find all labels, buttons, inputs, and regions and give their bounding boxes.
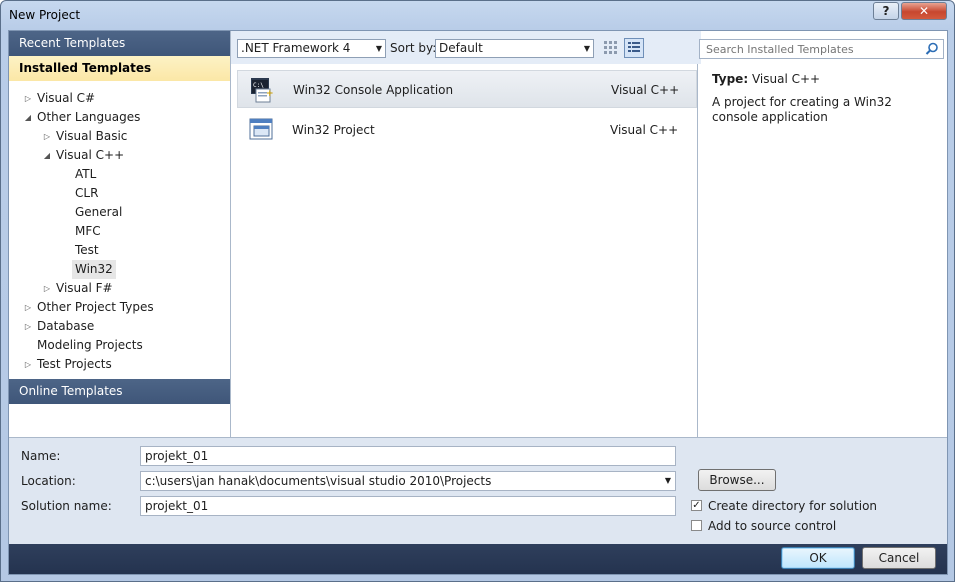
close-button[interactable]: ✕ <box>901 2 947 20</box>
browse-button[interactable]: Browse... <box>698 469 776 491</box>
tree-item[interactable]: Visual C# <box>37 89 95 108</box>
details-view-button[interactable] <box>624 38 644 58</box>
window-title: New Project <box>9 8 81 22</box>
recent-templates-header[interactable]: Recent Templates <box>9 31 230 56</box>
win32-project-icon <box>249 118 273 140</box>
location-label: Location: <box>21 474 76 488</box>
online-templates-header[interactable]: Online Templates <box>9 379 230 404</box>
location-field[interactable]: c:\users\jan hanak\documents\visual stud… <box>140 471 676 491</box>
dialog-client: Recent Templates Installed Templates ▷ Vi… <box>8 30 948 575</box>
tree-item[interactable]: Visual F# <box>56 279 113 298</box>
new-project-dialog: New Project ? ✕ Recent Templates Install… <box>0 0 955 582</box>
cancel-button[interactable]: Cancel <box>862 547 936 569</box>
expand-arrow-icon[interactable]: ▷ <box>23 360 33 369</box>
checkbox-box[interactable] <box>691 520 702 531</box>
tree-item[interactable]: General <box>75 203 122 222</box>
template-description: A project for creating a Win32 console a… <box>712 95 892 124</box>
tree-item[interactable]: CLR <box>75 184 98 203</box>
svg-text:+: + <box>266 89 274 99</box>
title-bar: New Project ? ✕ <box>1 1 954 29</box>
sort-by-label: Sort by: <box>390 41 437 55</box>
console-app-icon: C:\+ <box>251 78 274 103</box>
name-field[interactable]: projekt_01 <box>140 446 676 466</box>
tree-item[interactable]: Test <box>75 241 99 260</box>
solution-name-label: Solution name: <box>21 499 112 513</box>
create-directory-label: Create directory for solution <box>708 499 878 513</box>
type-value: Visual C++ <box>751 72 821 86</box>
template-name: Win32 Project <box>292 123 375 137</box>
expand-arrow-icon[interactable]: ▷ <box>23 94 33 103</box>
type-label: Type: <box>712 72 749 86</box>
template-toolbar: .NET Framework 4 ▼ Sort by: Default ▼ <box>231 31 701 64</box>
name-field-value: projekt_01 <box>145 449 209 463</box>
template-row[interactable]: C:\ + Win32 Console Application Visual C++ <box>237 70 697 108</box>
svg-text:C:\: C:\ <box>253 82 264 89</box>
expand-arrow-icon[interactable]: ▷ <box>23 322 33 331</box>
template-name: Win32 Console Application <box>293 83 454 97</box>
solution-name-field-value: projekt_01 <box>145 499 209 513</box>
expand-arrow-icon[interactable]: ▷ <box>23 303 33 312</box>
dialog-footer: OK Cancel <box>9 544 947 574</box>
ok-button[interactable]: OK <box>781 547 855 569</box>
tree-item[interactable]: Visual Basic <box>56 127 127 146</box>
installed-templates-header[interactable]: Installed Templates <box>9 56 230 81</box>
checkbox-box[interactable]: ✓ <box>691 500 702 511</box>
template-language: Visual C++ <box>611 83 680 97</box>
template-language: Visual C++ <box>610 123 679 137</box>
expand-arrow-icon[interactable]: ▷ <box>42 132 52 141</box>
search-input[interactable] <box>704 42 918 57</box>
template-type: Type: Visual C++ <box>712 72 820 86</box>
name-label: Name: <box>21 449 61 463</box>
expand-arrow-icon[interactable]: ▷ <box>42 284 52 293</box>
tree-item[interactable]: ATL <box>75 165 96 184</box>
collapse-arrow-icon[interactable]: ◢ <box>42 151 52 160</box>
tree-item[interactable]: Win32 <box>72 260 116 279</box>
help-button[interactable]: ? <box>873 2 899 20</box>
tree-item[interactable]: Modeling Projects <box>37 336 143 355</box>
tree-item[interactable]: MFC <box>75 222 101 241</box>
project-form: Name: projekt_01 Location: c:\users\jan … <box>9 437 947 545</box>
framework-select[interactable]: .NET Framework 4 ▼ <box>237 39 386 58</box>
solution-name-field[interactable]: projekt_01 <box>140 496 676 516</box>
tree-item[interactable]: Database <box>37 317 94 336</box>
sort-select[interactable]: Default ▼ <box>435 39 594 58</box>
template-category-pane: Recent Templates Installed Templates ▷ Vi… <box>9 31 231 437</box>
tree-item[interactable]: Visual C++ <box>56 146 124 165</box>
search-box[interactable] <box>699 39 944 59</box>
tree-item[interactable]: Test Projects <box>37 355 112 374</box>
details-view-icon <box>628 42 640 52</box>
help-icon: ? <box>882 4 890 18</box>
tree-item[interactable]: Other Project Types <box>37 298 154 317</box>
small-icons-view-button[interactable] <box>601 38 621 58</box>
search-icon[interactable] <box>925 42 939 56</box>
sort-select-value: Default <box>439 41 483 55</box>
location-field-value: c:\users\jan hanak\documents\visual stud… <box>145 474 492 488</box>
framework-select-value: .NET Framework 4 <box>241 41 351 55</box>
source-control-label: Add to source control <box>708 519 837 533</box>
template-row[interactable]: Win32 Project Visual C++ <box>237 111 697 149</box>
collapse-arrow-icon[interactable]: ◢ <box>23 113 33 122</box>
template-details-pane: Type: Visual C++ A project for creating … <box>698 64 947 437</box>
chevron-down-icon: ▼ <box>375 44 382 53</box>
small-icons-view-icon <box>604 41 617 54</box>
tree-item[interactable]: Other Languages <box>37 108 140 127</box>
close-icon: ✕ <box>918 4 930 18</box>
chevron-down-icon: ▼ <box>583 44 590 53</box>
chevron-down-icon[interactable]: ▼ <box>665 472 671 490</box>
